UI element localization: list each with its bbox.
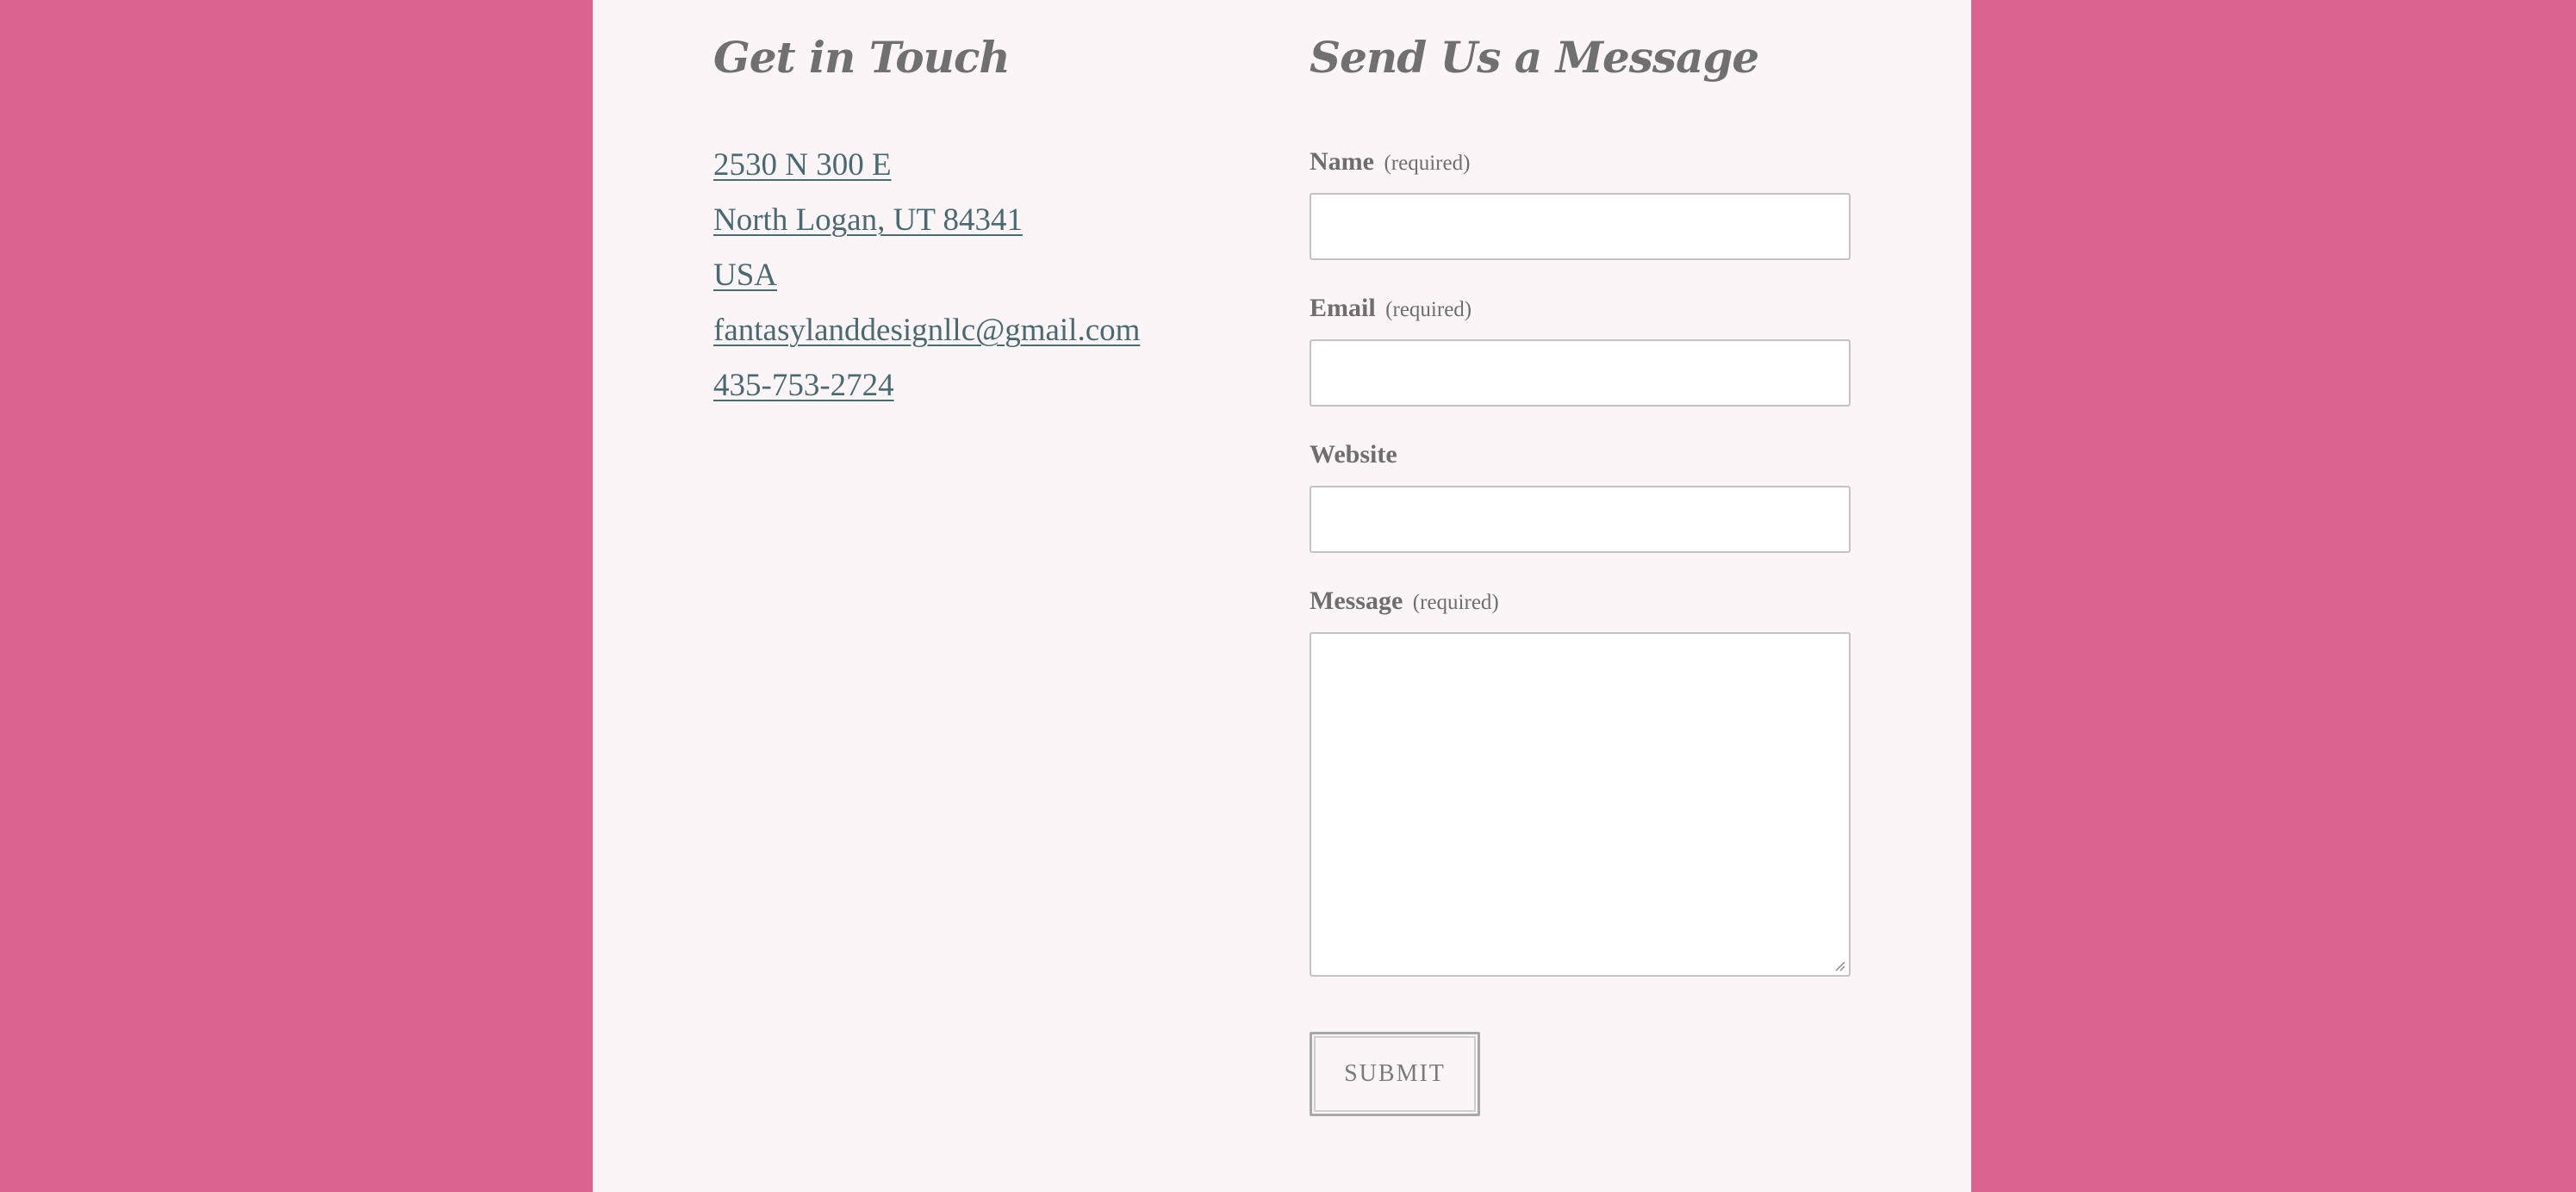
name-field-label: Name (required)	[1310, 145, 1470, 181]
message-field-label: Message (required)	[1310, 584, 1499, 620]
contact-details-list: 2530 N 300 E North Logan, UT 84341 USA f…	[713, 138, 1140, 413]
website-input[interactable]	[1310, 486, 1851, 553]
email-field-label: Email (required)	[1310, 291, 1472, 327]
content-panel: Get in Touch 2530 N 300 E North Logan, U…	[593, 0, 1971, 1192]
country-link[interactable]: USA	[713, 258, 777, 293]
list-item: USA	[713, 248, 1140, 303]
submit-button[interactable]: SUBMIT	[1310, 1032, 1480, 1116]
email-required-text: (required)	[1385, 298, 1472, 321]
email-link[interactable]: fantasylanddesignllc@gmail.com	[713, 313, 1140, 348]
message-required-text: (required)	[1412, 591, 1499, 614]
phone-link[interactable]: 435-753-2724	[713, 368, 894, 403]
list-item: 2530 N 300 E	[713, 138, 1140, 193]
website-field-label: Website	[1310, 438, 1397, 472]
send-message-heading: Send Us a Message	[1310, 32, 1759, 83]
list-item: North Logan, UT 84341	[713, 193, 1140, 248]
address-line2-link[interactable]: North Logan, UT 84341	[713, 202, 1023, 238]
resize-handle-icon[interactable]	[1833, 959, 1845, 972]
email-label-text: Email	[1310, 294, 1376, 322]
name-input[interactable]	[1310, 193, 1851, 260]
list-item: fantasylanddesignllc@gmail.com	[713, 303, 1140, 358]
address-line1-link[interactable]: 2530 N 300 E	[713, 147, 892, 183]
message-textarea-wrapper	[1310, 632, 1851, 977]
get-in-touch-heading: Get in Touch	[713, 32, 1011, 83]
website-label-text: Website	[1310, 440, 1397, 469]
list-item: 435-753-2724	[713, 358, 1140, 413]
name-required-text: (required)	[1384, 152, 1471, 175]
name-label-text: Name	[1310, 147, 1374, 176]
email-input[interactable]	[1310, 339, 1851, 407]
message-label-text: Message	[1310, 587, 1403, 615]
message-textarea[interactable]	[1310, 632, 1851, 977]
